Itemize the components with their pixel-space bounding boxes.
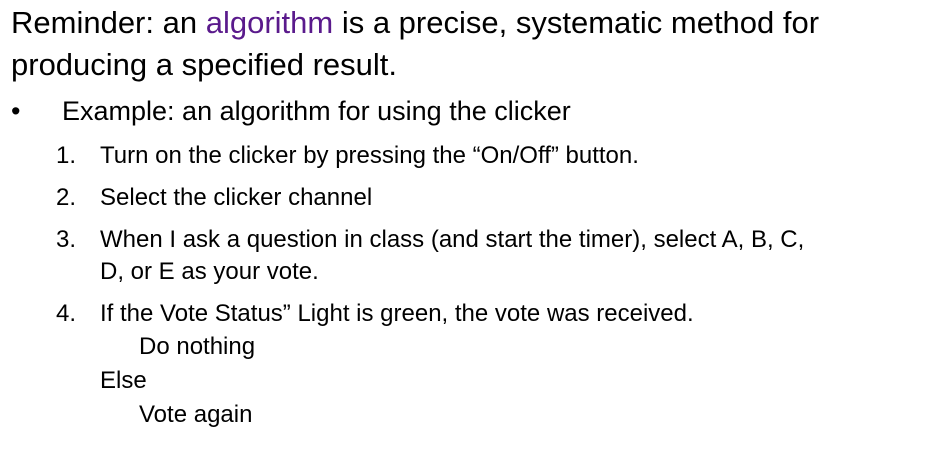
title-suffix: is a precise, systematic method for bbox=[333, 5, 820, 40]
step-text: Select the clicker channel bbox=[100, 184, 373, 211]
step-item-1: 1. Turn on the clicker by pressing the “… bbox=[56, 140, 926, 172]
slide-title: Reminder: an algorithm is a precise, sys… bbox=[11, 2, 926, 86]
title-keyword-algorithm: algorithm bbox=[205, 5, 334, 40]
step-number: 4. bbox=[56, 300, 77, 327]
step-text: If the Vote Status” Light is green, the … bbox=[100, 300, 694, 327]
else-label: Else bbox=[100, 367, 147, 394]
step-number: 1. bbox=[56, 142, 77, 169]
slide: Reminder: an algorithm is a precise, sys… bbox=[0, 0, 938, 451]
then-action: Do nothing bbox=[139, 333, 256, 360]
step-item-2: 2. Select the clicker channel bbox=[56, 182, 926, 214]
step-number: 2. bbox=[56, 184, 77, 211]
title-prefix: Reminder: an bbox=[11, 5, 206, 40]
step-text-line-2: D, or E as your vote. bbox=[100, 258, 319, 285]
conditional-block: Do nothing Else Vote again bbox=[100, 330, 926, 432]
else-action: Vote again bbox=[139, 401, 253, 428]
bullet-icon: • bbox=[11, 96, 21, 126]
step-item-3: 3. When I ask a question in class (and s… bbox=[56, 224, 926, 288]
numbered-step-list: 1. Turn on the clicker by pressing the “… bbox=[56, 140, 926, 432]
step-number: 3. bbox=[56, 226, 77, 253]
step-item-4: 4. If the Vote Status” Light is green, t… bbox=[56, 298, 926, 330]
bullet-text: Example: an algorithm for using the clic… bbox=[62, 96, 571, 126]
step-text-line-1: When I ask a question in class (and star… bbox=[100, 226, 805, 253]
title-line-2: producing a specified result. bbox=[11, 47, 398, 82]
step-text: Turn on the clicker by pressing the “On/… bbox=[100, 142, 639, 169]
